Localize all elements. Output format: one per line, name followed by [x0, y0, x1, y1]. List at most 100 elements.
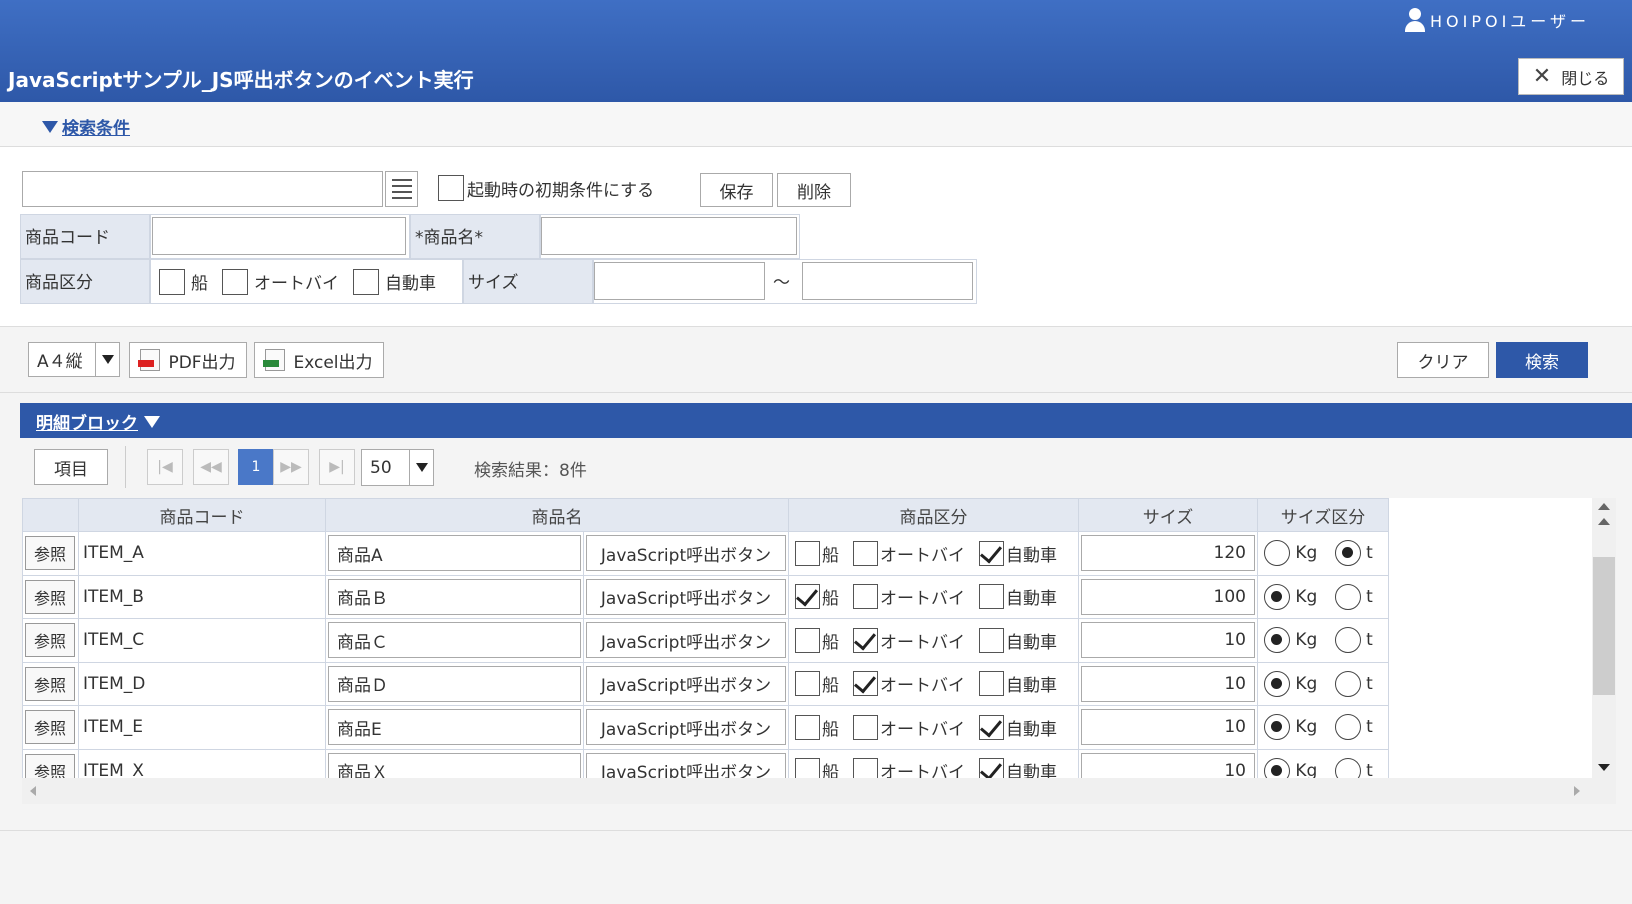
save-button[interactable]: 保存	[700, 173, 773, 207]
size-from-input[interactable]	[594, 262, 765, 300]
size-unit-cell: Kg t	[1257, 574, 1389, 619]
prev-page-icon[interactable]: ◀◀	[193, 449, 229, 485]
row-car-checkbox[interactable]	[979, 671, 1004, 697]
init-condition-checkbox[interactable]: 起動時の初期条件にする	[438, 175, 654, 201]
first-page-icon[interactable]: |◀	[147, 449, 183, 485]
row-t-radio[interactable]	[1334, 627, 1361, 654]
last-page-icon[interactable]: ▶|	[319, 449, 355, 485]
paper-size-select[interactable]: A４縦	[28, 342, 120, 377]
row-t-radio[interactable]	[1334, 714, 1361, 741]
row-ship-label: 船	[822, 632, 839, 653]
row-kg-radio[interactable]	[1264, 627, 1290, 654]
clear-button[interactable]: クリア	[1397, 342, 1489, 378]
row-size: 10	[1224, 673, 1246, 694]
row-name-input[interactable]: 商品Ｂ	[328, 578, 581, 615]
scroll-down-icon[interactable]	[1598, 764, 1610, 771]
ref-button[interactable]: 参照	[25, 536, 75, 571]
js-call-button[interactable]: JavaScript呼出ボタン	[586, 709, 786, 746]
row-name-input[interactable]: 商品A	[328, 535, 581, 572]
row-size-input[interactable]: 10	[1081, 709, 1255, 746]
row-t-label: t	[1366, 673, 1373, 694]
vertical-scroll-thumb[interactable]	[1593, 557, 1615, 695]
row-ship-checkbox[interactable]	[795, 584, 820, 610]
row-t-label: t	[1366, 543, 1373, 564]
pdf-output-button[interactable]: PDF出力	[129, 342, 247, 378]
close-button[interactable]: ✕ 閉じる	[1518, 58, 1624, 95]
close-icon: ✕	[1532, 64, 1552, 89]
kubun-cell: 船 オートバイ 自動車	[788, 618, 1079, 663]
row-car-checkbox[interactable]	[979, 714, 1004, 740]
row-t-radio[interactable]	[1334, 670, 1361, 697]
product-name-label: *商品名*	[410, 214, 540, 259]
per-page-select[interactable]: 50	[361, 449, 434, 486]
search-condition-toggle[interactable]: 検索条件	[42, 114, 130, 139]
row-car-checkbox[interactable]	[979, 540, 1004, 566]
row-name-input[interactable]: 商品Ｃ	[328, 622, 581, 659]
row-bike-checkbox[interactable]	[853, 714, 878, 740]
detail-table: 商品コード 商品名 商品区分 サイズ サイズ区分 参照 ITEM_A 商品A J…	[22, 498, 1389, 793]
ref-button[interactable]: 参照	[25, 579, 75, 614]
horizontal-scrollbar[interactable]	[22, 778, 1616, 804]
row-car-checkbox[interactable]	[979, 627, 1004, 653]
kubun-ship-checkbox[interactable]	[159, 268, 185, 295]
scroll-right-icon[interactable]	[1574, 786, 1580, 796]
scroll-up-icon[interactable]	[1598, 518, 1610, 525]
row-name-input[interactable]: 商品E	[328, 709, 581, 746]
search-button[interactable]: 検索	[1496, 342, 1588, 378]
row-kg-radio[interactable]	[1264, 714, 1290, 741]
js-cell: JavaScript呼出ボタン	[583, 618, 789, 663]
row-bike-checkbox[interactable]	[853, 671, 878, 697]
row-kg-label: Kg	[1295, 630, 1318, 651]
js-call-button[interactable]: JavaScript呼出ボタン	[586, 665, 786, 702]
row-size-input[interactable]: 10	[1081, 622, 1255, 659]
next-page-icon[interactable]: ▶▶	[273, 449, 309, 485]
dropdown-arrow-icon[interactable]	[95, 343, 119, 376]
excel-output-button[interactable]: Excel出力	[254, 342, 384, 378]
row-kg-radio[interactable]	[1264, 670, 1290, 697]
ref-button[interactable]: 参照	[25, 623, 75, 658]
kubun-bike-checkbox[interactable]	[222, 268, 248, 295]
saved-condition-input[interactable]	[22, 171, 383, 207]
row-ship-checkbox[interactable]	[795, 671, 820, 697]
js-call-button[interactable]: JavaScript呼出ボタン	[586, 622, 786, 659]
list-button[interactable]	[385, 171, 418, 207]
name-cell: 商品Ｃ	[325, 618, 584, 663]
row-bike-checkbox[interactable]	[853, 540, 878, 566]
product-name-input[interactable]	[541, 217, 797, 255]
init-checkbox-box[interactable]	[438, 175, 464, 201]
delete-button[interactable]: 削除	[777, 173, 851, 207]
excel-output-label: Excel出力	[293, 352, 373, 373]
current-page[interactable]: 1	[238, 449, 274, 485]
scroll-up-icon[interactable]	[1598, 503, 1610, 510]
row-bike-checkbox[interactable]	[853, 584, 878, 610]
product-code-label: 商品コード	[20, 214, 150, 259]
js-call-button[interactable]: JavaScript呼出ボタン	[586, 578, 786, 615]
item-button[interactable]: 項目	[34, 449, 108, 485]
row-kg-radio[interactable]	[1264, 540, 1290, 567]
scroll-left-icon[interactable]	[30, 786, 36, 796]
product-code-input[interactable]	[152, 217, 406, 255]
size-to-input[interactable]	[802, 262, 973, 300]
row-ship-checkbox[interactable]	[795, 714, 820, 740]
detail-block-toggle[interactable]: 明細ブロック	[36, 409, 160, 434]
row-ship-checkbox[interactable]	[795, 627, 820, 653]
row-bike-checkbox[interactable]	[853, 627, 878, 653]
row-size-input[interactable]: 10	[1081, 665, 1255, 702]
row-ship-checkbox[interactable]	[795, 540, 820, 566]
row-kg-radio[interactable]	[1264, 583, 1290, 610]
user-menu[interactable]: HOIPOIユーザー	[1404, 8, 1590, 32]
row-size-input[interactable]: 100	[1081, 578, 1255, 615]
row-size-input[interactable]: 120	[1081, 535, 1255, 572]
row-t-radio[interactable]	[1334, 583, 1361, 610]
row-t-radio[interactable]	[1334, 540, 1361, 567]
ref-button[interactable]: 参照	[25, 666, 75, 701]
column-header-name: 商品名	[325, 498, 789, 532]
column-header-code: 商品コード	[78, 498, 326, 532]
js-call-button[interactable]: JavaScript呼出ボタン	[586, 535, 786, 572]
row-name-input[interactable]: 商品Ｄ	[328, 665, 581, 702]
row-size: 10	[1224, 630, 1246, 651]
kubun-car-checkbox[interactable]	[353, 268, 379, 295]
dropdown-arrow-icon[interactable]	[409, 450, 433, 485]
row-car-checkbox[interactable]	[979, 584, 1004, 610]
ref-button[interactable]: 参照	[25, 710, 75, 745]
